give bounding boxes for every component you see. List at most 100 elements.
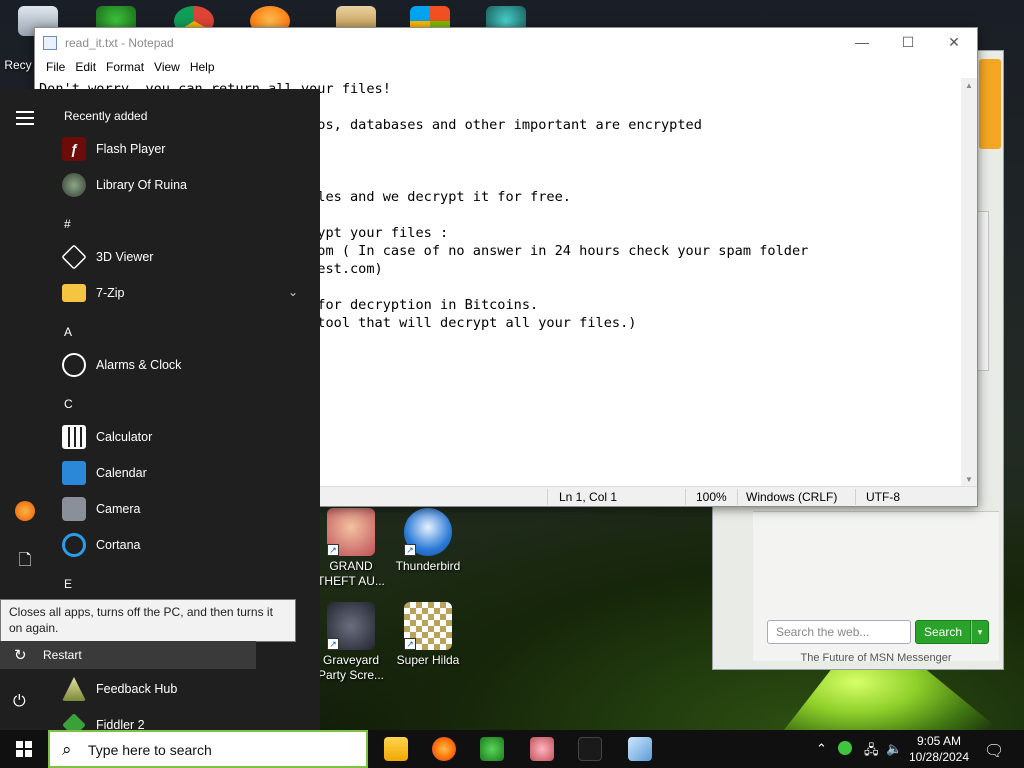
msn-bottom-panel: Search the web... Search ▾ The Future of…	[753, 511, 999, 664]
app-cortana[interactable]: Cortana	[62, 527, 312, 563]
calculator-icon	[62, 425, 86, 449]
menu-help[interactable]: Help	[185, 58, 220, 78]
restart-tooltip: Closes all apps, turns off the PC, and t…	[0, 599, 296, 642]
chevron-down-icon[interactable]: ▾	[971, 620, 989, 644]
clock[interactable]: 9:05 AM 10/28/2024	[906, 733, 972, 765]
feedback-hub-icon	[62, 677, 86, 701]
search-icon: ⌕	[62, 740, 72, 759]
network-icon[interactable]: 🖧	[864, 741, 879, 763]
section-recently-added: Recently added	[64, 109, 148, 123]
taskbar: ⌕ Type here to search ⌃ 🖧 🔈 9:05 AM 10/2…	[0, 730, 1024, 768]
notification-icon[interactable]: 🗨	[984, 741, 1004, 761]
app-label: Library Of Ruina	[96, 178, 188, 192]
app-label: Feedback Hub	[96, 682, 178, 696]
camera-icon	[62, 497, 86, 521]
desktop-icon-recycle-bin[interactable]: Recy	[0, 58, 38, 73]
desktop-icon-graveyard[interactable]: ↗ Graveyard Party Scre...	[311, 602, 391, 683]
menu-file[interactable]: File	[41, 58, 70, 78]
volume-icon[interactable]: 🔈	[886, 741, 902, 757]
3d-viewer-icon	[61, 244, 87, 270]
power-icon[interactable]: ⏻	[13, 693, 26, 711]
msn-search-button[interactable]: Search	[915, 620, 971, 644]
msn-messenger-icon[interactable]	[480, 737, 504, 761]
app-label: Flash Player	[96, 142, 166, 156]
vertical-scrollbar[interactable]: ▲ ▼	[961, 78, 977, 488]
app-label: Calculator	[96, 430, 153, 444]
game-shortcut-icon: ↗	[327, 602, 375, 650]
menu-edit[interactable]: Edit	[70, 58, 101, 78]
section-a[interactable]: A	[64, 325, 72, 339]
status-zoom: 100%	[696, 490, 727, 504]
app-calculator[interactable]: Calculator	[62, 419, 312, 455]
start-button[interactable]	[16, 741, 32, 757]
thunderbird-icon: ↗	[404, 508, 452, 556]
menu-bar: File Edit Format View Help	[35, 58, 977, 78]
scroll-up-icon[interactable]: ▲	[961, 78, 977, 94]
restart-icon: ↻	[14, 647, 27, 664]
chevron-down-icon[interactable]: ⌄	[288, 285, 298, 299]
restart-label: Restart	[43, 648, 82, 662]
desktop-icon-thunderbird[interactable]: ↗ Thunderbird	[388, 508, 468, 574]
app-label: 7-Zip	[96, 286, 125, 300]
maximize-button[interactable]: ☐	[885, 28, 931, 58]
section-hash[interactable]: #	[64, 217, 71, 231]
restart-button[interactable]: ↻ Restart	[0, 641, 256, 669]
desktop-icon-label: Recy	[4, 58, 32, 72]
app-library-of-ruina[interactable]: Library Of Ruina	[62, 167, 312, 203]
clock-time: 9:05 AM	[916, 734, 962, 748]
fiddler-icon	[62, 713, 86, 730]
game-shortcut-icon: ↗	[404, 602, 452, 650]
clock-date: 10/28/2024	[908, 750, 970, 764]
calendar-icon	[62, 461, 86, 485]
folder-icon	[62, 284, 86, 302]
msn-tray-icon[interactable]	[838, 741, 852, 755]
app-label: Camera	[96, 502, 141, 516]
app-fiddler[interactable]: Fiddler 2	[62, 707, 312, 730]
desktop-icon-label: Super Hilda	[396, 653, 460, 667]
chevron-up-icon[interactable]: ⌃	[816, 741, 827, 757]
hamburger-menu-icon[interactable]	[16, 111, 34, 129]
status-position: Ln 1, Col 1	[559, 490, 618, 504]
app-label: Alarms & Clock	[96, 358, 182, 372]
game-shortcut-icon: ↗	[327, 508, 375, 556]
menu-view[interactable]: View	[149, 58, 185, 78]
section-c[interactable]: C	[64, 397, 73, 411]
status-line-ending: Windows (CRLF)	[746, 490, 838, 504]
app-3d-viewer[interactable]: 3D Viewer	[61, 239, 312, 275]
firefox-icon[interactable]	[432, 737, 456, 761]
app-alarms-clock[interactable]: Alarms & Clock	[62, 347, 312, 383]
documents-icon[interactable]: 🗋	[15, 549, 35, 569]
app-camera[interactable]: Camera	[62, 491, 312, 527]
notepad-icon[interactable]	[628, 737, 652, 761]
msn-footer-text: The Future of MSN Messenger	[800, 652, 952, 664]
msn-orange-tab[interactable]	[979, 59, 1001, 149]
desktop-icon-gta[interactable]: ↗ GRAND THEFT AU...	[311, 508, 391, 589]
taskbar-search-box[interactable]: ⌕ Type here to search	[48, 730, 368, 768]
status-encoding: UTF-8	[866, 490, 900, 504]
alarm-clock-icon	[62, 353, 86, 377]
app-flash-player[interactable]: ƒ Flash Player	[62, 131, 312, 167]
app-7-zip-folder[interactable]: 7-Zip ⌄	[62, 275, 312, 311]
library-of-ruina-icon	[62, 173, 86, 197]
window-title: read_it.txt - Notepad	[65, 36, 174, 50]
desktop-icon-super-hilda[interactable]: ↗ Super Hilda	[388, 602, 468, 668]
chaos-app-icon[interactable]	[578, 737, 602, 761]
app-label: 3D Viewer	[96, 250, 154, 264]
file-explorer-icon[interactable]	[384, 737, 408, 761]
msn-search-input[interactable]: Search the web...	[767, 620, 911, 644]
app-calendar[interactable]: Calendar	[62, 455, 312, 491]
cortana-icon	[62, 533, 86, 557]
section-e[interactable]: E	[64, 577, 72, 591]
app-feedback-hub[interactable]: Feedback Hub	[62, 671, 312, 707]
app-label: Fiddler 2	[96, 718, 145, 730]
notepad-titlebar[interactable]: read_it.txt - Notepad — ☐ ✕	[35, 28, 977, 58]
search-placeholder: Type here to search	[88, 742, 212, 758]
user-avatar-icon[interactable]	[15, 501, 35, 521]
flash-player-icon: ƒ	[62, 137, 86, 161]
menu-format[interactable]: Format	[101, 58, 149, 78]
game-icon[interactable]	[530, 737, 554, 761]
minimize-button[interactable]: —	[839, 28, 885, 58]
desktop-icon-label: Graveyard Party Scre...	[317, 653, 385, 682]
app-label: Calendar	[96, 466, 147, 480]
close-button[interactable]: ✕	[931, 28, 977, 58]
